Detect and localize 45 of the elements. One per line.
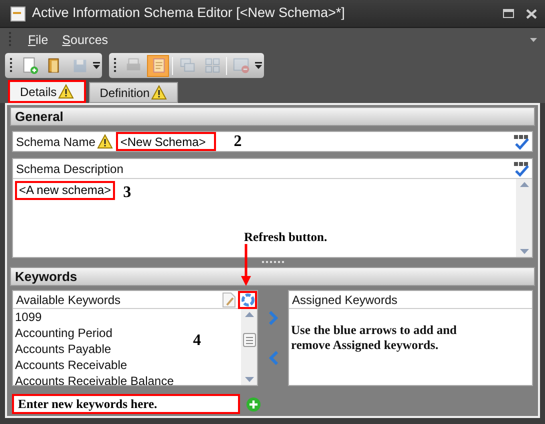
scroll-up-icon[interactable] bbox=[244, 312, 254, 317]
window-title: Active Information Schema Editor [<New Schema>*] bbox=[32, 4, 345, 22]
spellcheck-icon[interactable] bbox=[512, 132, 530, 150]
list-item[interactable]: Accounts Payable bbox=[15, 341, 112, 357]
toolbar-button[interactable] bbox=[147, 54, 169, 76]
edit-document-icon[interactable] bbox=[222, 292, 236, 308]
close-icon[interactable] bbox=[526, 8, 537, 18]
add-icon[interactable] bbox=[246, 396, 261, 412]
tab[interactable]: Definition bbox=[88, 82, 178, 103]
callout-label: Refresh button. bbox=[244, 229, 328, 246]
callout-number: 2 bbox=[234, 132, 242, 152]
refresh-icon bbox=[240, 292, 254, 306]
menu-item[interactable]: Sources bbox=[62, 30, 108, 50]
keyword-input-field[interactable]: Enter new keywords here. bbox=[12, 394, 240, 414]
spellcheck-icon[interactable] bbox=[512, 160, 530, 178]
dropdown-icon[interactable] bbox=[93, 62, 100, 70]
list-item[interactable]: Accounting Period bbox=[15, 325, 112, 341]
list-header: Assigned Keywords bbox=[292, 292, 398, 308]
input-field[interactable]: <New Schema> bbox=[116, 132, 216, 151]
scroll-up-icon[interactable] bbox=[520, 182, 528, 187]
annotation-note: Use the blue arrows to add and remove Assigned keywords. bbox=[291, 323, 458, 353]
callout-arrow bbox=[241, 244, 251, 286]
section-header: General bbox=[10, 107, 535, 126]
scroll-down-icon[interactable] bbox=[520, 249, 528, 254]
tab[interactable]: Details bbox=[8, 80, 86, 103]
scroll-down-icon[interactable] bbox=[244, 377, 254, 382]
scrollbar[interactable] bbox=[241, 309, 257, 385]
callout-number: 4 bbox=[193, 331, 201, 351]
grid-icon bbox=[202, 56, 222, 75]
document-icon bbox=[10, 6, 26, 22]
field-label: Schema Description bbox=[16, 160, 124, 178]
dropdown-icon[interactable] bbox=[255, 62, 262, 70]
list-item[interactable]: Accounts Receivable Balance bbox=[15, 373, 174, 385]
list-item[interactable]: Accounts Receivable bbox=[15, 357, 128, 373]
field-label: Schema Name bbox=[16, 134, 96, 150]
text-area[interactable]: <A new schema> bbox=[15, 181, 116, 200]
maximize-icon[interactable] bbox=[503, 9, 514, 18]
list-header: Available Keywords bbox=[16, 292, 121, 308]
list-item[interactable]: 1099 bbox=[15, 309, 42, 325]
section-header: Keywords bbox=[10, 267, 535, 286]
callout-number: 3 bbox=[123, 183, 132, 203]
refresh-button[interactable] bbox=[238, 290, 257, 308]
scrollbar[interactable] bbox=[516, 179, 532, 257]
window-remove-icon bbox=[232, 56, 250, 75]
menu-item[interactable]: File bbox=[28, 30, 48, 50]
